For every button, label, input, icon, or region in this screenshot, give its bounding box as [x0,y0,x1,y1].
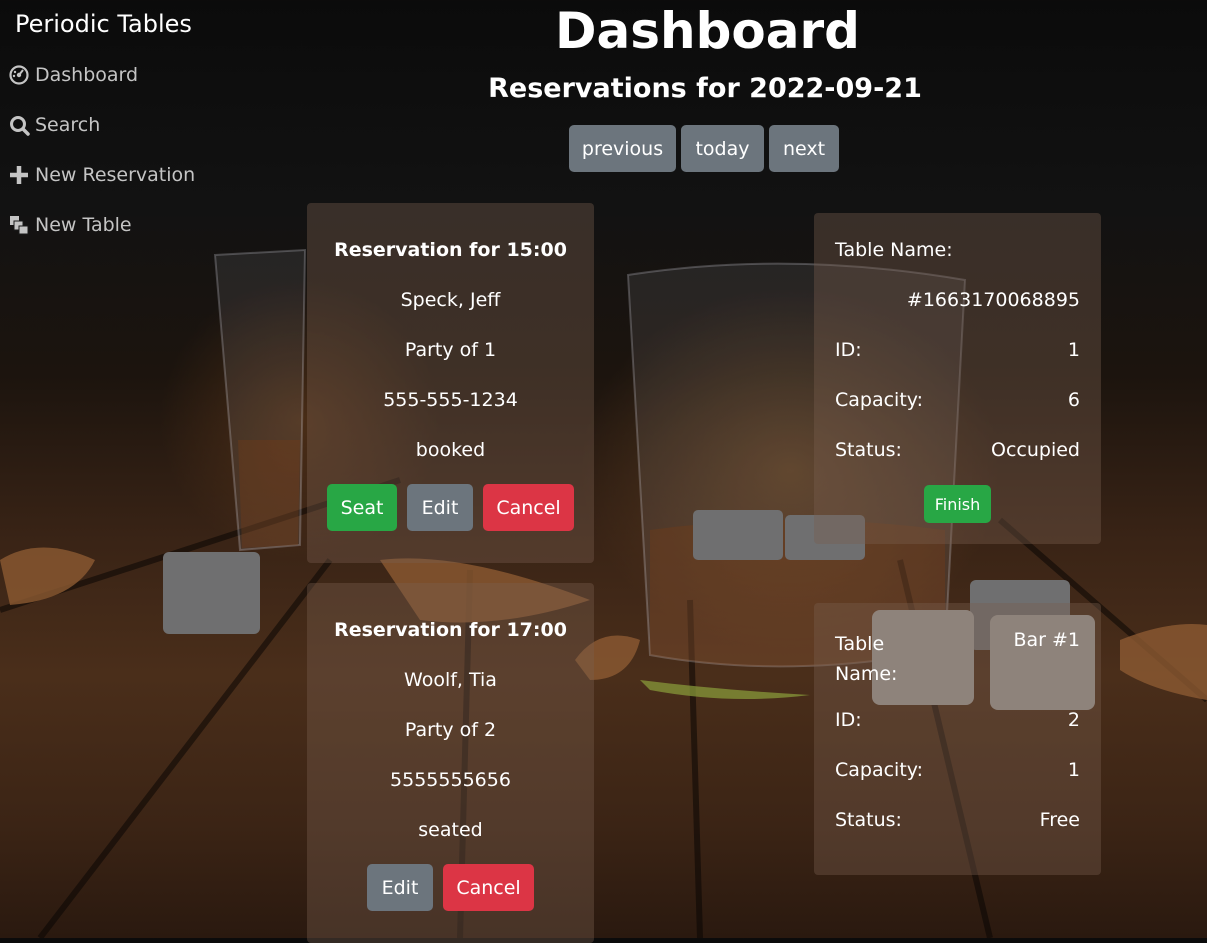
table-name-value-row: #1663170068895 [835,289,1080,311]
reservation-card: Reservation for 17:00 Woolf, Tia Party o… [307,583,594,943]
sidebar-item-label: New Reservation [35,164,196,186]
reservation-actions: Seat Edit Cancel [307,484,594,531]
search-icon [9,115,30,136]
table-id-label: ID: [835,709,862,731]
brand-title[interactable]: Periodic Tables [15,10,192,38]
table-card: Table Name: Bar #1 ID: 2 Capacity: 1 Sta… [814,603,1101,875]
sidebar-item-label: New Table [35,214,132,236]
edit-button[interactable]: Edit [367,864,433,911]
table-status-label: Status: [835,439,902,461]
table-capacity-label: Capacity: [835,389,924,411]
reservation-heading: Reservation for 15:00 [334,239,567,261]
reservation-status: booked [415,439,486,461]
reservation-party: Party of 2 [404,719,497,741]
table-name-label: Table Name: [835,629,897,689]
reservation-phone: 555-555-1234 [383,389,518,411]
table-name-row: Table Name: Bar #1 [835,629,1080,689]
table-capacity-value: 1 [1067,759,1080,781]
table-capacity-row: Capacity: 6 [835,389,1080,411]
cancel-button[interactable]: Cancel [483,484,574,531]
page-title: Dashboard [555,2,860,60]
reservation-name: Woolf, Tia [404,669,497,691]
date-navigation: previous today next [569,125,839,172]
cancel-button[interactable]: Cancel [443,864,534,911]
table-status-value: Occupied [991,439,1080,461]
table-capacity-value: 6 [1067,389,1080,411]
reservation-card: Reservation for 15:00 Speck, Jeff Party … [307,203,594,563]
seat-button[interactable]: Seat [327,484,397,531]
sidebar-item-label: Search [35,114,101,136]
table-id-value: 1 [1067,339,1080,361]
table-id-row: ID: 1 [835,339,1080,361]
reservation-actions: Edit Cancel [307,864,594,911]
reservation-party: Party of 1 [404,339,497,361]
table-id-label: ID: [835,339,862,361]
table-name-label-line: Table [835,633,885,655]
table-name-value: Bar #1 [1013,629,1080,651]
reservation-phone: 5555555656 [390,769,511,791]
next-button[interactable]: next [769,125,839,172]
reservation-status: seated [418,819,483,841]
table-id-row: ID: 2 [835,709,1080,731]
table-name-value: #1663170068895 [906,289,1080,311]
sidebar-item-dashboard[interactable]: Dashboard [9,64,138,86]
layers-icon [9,215,29,235]
dashboard-icon [9,65,29,85]
reservations-date-heading: Reservations for 2022-09-21 [488,73,922,104]
table-name-row: Table Name: [835,239,1080,261]
table-name-label: Table Name: [835,239,953,261]
sidebar-item-new-reservation[interactable]: New Reservation [9,164,195,186]
table-capacity-label: Capacity: [835,759,924,781]
table-status-label: Status: [835,809,902,831]
table-status-row: Status: Free [835,809,1080,831]
finish-button[interactable]: Finish [924,485,991,523]
sidebar-item-new-table[interactable]: New Table [9,214,132,236]
table-capacity-row: Capacity: 1 [835,759,1080,781]
table-card: Table Name: #1663170068895 ID: 1 Capacit… [814,213,1101,544]
table-status-row: Status: Occupied [835,439,1080,461]
reservation-name: Speck, Jeff [400,289,501,311]
sidebar-item-search[interactable]: Search [9,114,100,136]
table-status-value: Free [1039,809,1080,831]
today-button[interactable]: today [681,125,764,172]
sidebar-item-label: Dashboard [35,64,139,86]
plus-icon [9,165,29,185]
previous-button[interactable]: previous [569,125,676,172]
table-name-label-line: Name: [835,663,898,685]
table-id-value: 2 [1067,709,1080,731]
edit-button[interactable]: Edit [407,484,473,531]
reservation-heading: Reservation for 17:00 [334,619,567,641]
